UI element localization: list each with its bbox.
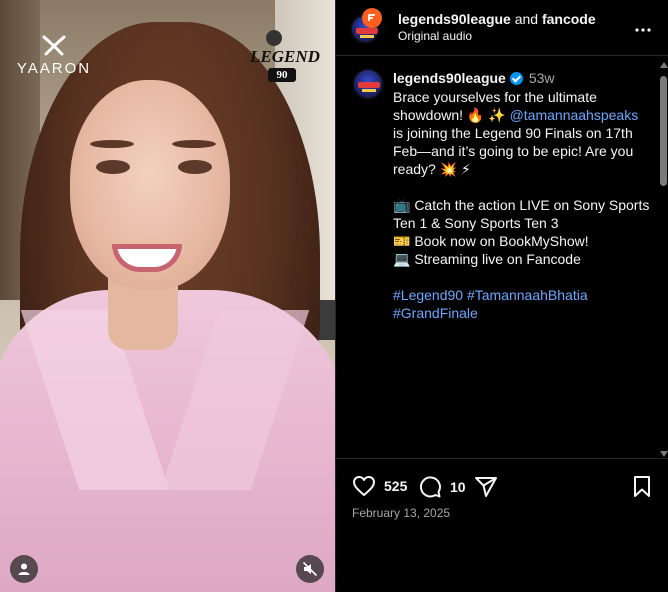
mention-link[interactable]: @tamannaahspeaks — [510, 107, 639, 123]
avatar-logo-stripe — [362, 89, 376, 92]
caption-hashtags: #Legend90 #TamannaahBhatia #GrandFinale — [393, 286, 651, 322]
legend-logo-number: 90 — [268, 68, 296, 82]
caption-line-tv: 📺 Catch the action LIVE on Sony Sports T… — [393, 197, 650, 231]
caption-username[interactable]: legends90league — [393, 70, 506, 86]
audio-link[interactable]: Original audio — [398, 29, 472, 43]
post-age[interactable]: 53w — [529, 70, 555, 86]
comment-count[interactable]: 10 — [450, 479, 466, 495]
scroll-up-arrow-icon[interactable] — [660, 62, 668, 68]
avatar-logo-band — [356, 28, 378, 34]
caption-line-stream: 💻 Streaming live on Fancode — [393, 251, 581, 267]
verified-badge-icon — [509, 72, 523, 85]
post-header: legends90league and fancode Original aud… — [336, 0, 668, 56]
tagged-people-button[interactable] — [10, 555, 38, 583]
reel-video[interactable]: YAARON LEGEND 90 — [0, 0, 335, 592]
caption-avatar[interactable] — [352, 68, 384, 100]
subject-eye-right — [178, 160, 212, 174]
speaker-muted-icon — [302, 561, 318, 577]
avatar-logo-stripe — [360, 35, 374, 38]
legend-logo-text: LEGEND — [250, 47, 320, 66]
caption-paragraph-1: Brace yourselves for the ultimate showdo… — [393, 88, 651, 178]
person-icon — [18, 563, 30, 575]
yaaron-mark-icon — [42, 35, 66, 56]
caption-text: is joining the Legend 90 Finals on 17th … — [393, 125, 634, 177]
scroll-down-arrow-icon[interactable] — [660, 451, 668, 457]
account-username-link[interactable]: legends90league — [398, 11, 511, 27]
scrollbar-thumb[interactable] — [660, 76, 667, 186]
mute-button[interactable] — [296, 555, 324, 583]
cricket-ball-icon — [266, 30, 282, 46]
caption-header: legends90league 53w — [393, 70, 555, 86]
header-joiner: and — [514, 11, 539, 27]
subject-brow-right — [172, 140, 216, 148]
post-actions: 525 10 February 13, 2025 — [336, 458, 668, 592]
fancode-logo-icon — [368, 14, 375, 21]
caption-scrollbar[interactable] — [658, 62, 668, 457]
header-accounts: legends90league and fancode — [398, 11, 596, 27]
subject-brow-left — [90, 140, 134, 148]
post-date[interactable]: February 13, 2025 — [352, 506, 450, 520]
caption-body: Brace yourselves for the ultimate showdo… — [393, 88, 651, 322]
caption-line-tickets: 🎫 Book now on BookMyShow! — [393, 233, 589, 249]
share-send-icon[interactable] — [474, 475, 498, 499]
like-action: 525 — [352, 475, 407, 497]
save-action — [632, 475, 652, 499]
heart-icon[interactable] — [352, 475, 376, 497]
collaborator-avatar[interactable] — [362, 8, 382, 28]
like-count[interactable]: 525 — [384, 478, 407, 494]
hashtag-link[interactable]: #Legend90 — [393, 287, 463, 303]
subject-eye-left — [96, 160, 130, 174]
comment-bubble-icon[interactable] — [418, 475, 442, 499]
hashtag-link[interactable]: #GrandFinale — [393, 305, 478, 321]
collaborator-username-link[interactable]: fancode — [542, 11, 596, 27]
share-action — [474, 475, 498, 499]
post-info-panel: legends90league and fancode Original aud… — [335, 0, 668, 592]
comment-action: 10 — [418, 475, 466, 499]
more-horizontal-icon — [635, 28, 651, 32]
avatar-logo-band — [358, 82, 380, 88]
bookmark-icon[interactable] — [632, 475, 652, 499]
more-options-button[interactable] — [635, 17, 651, 35]
yaaron-logo: YAARON — [12, 34, 96, 77]
legend90-logo: LEGEND 90 — [250, 30, 320, 84]
post-caption: legends90league 53w Brace yourselves for … — [352, 68, 652, 458]
yaaron-logo-text: YAARON — [16, 60, 92, 77]
hashtag-link[interactable]: #TamannaahBhatia — [467, 287, 588, 303]
